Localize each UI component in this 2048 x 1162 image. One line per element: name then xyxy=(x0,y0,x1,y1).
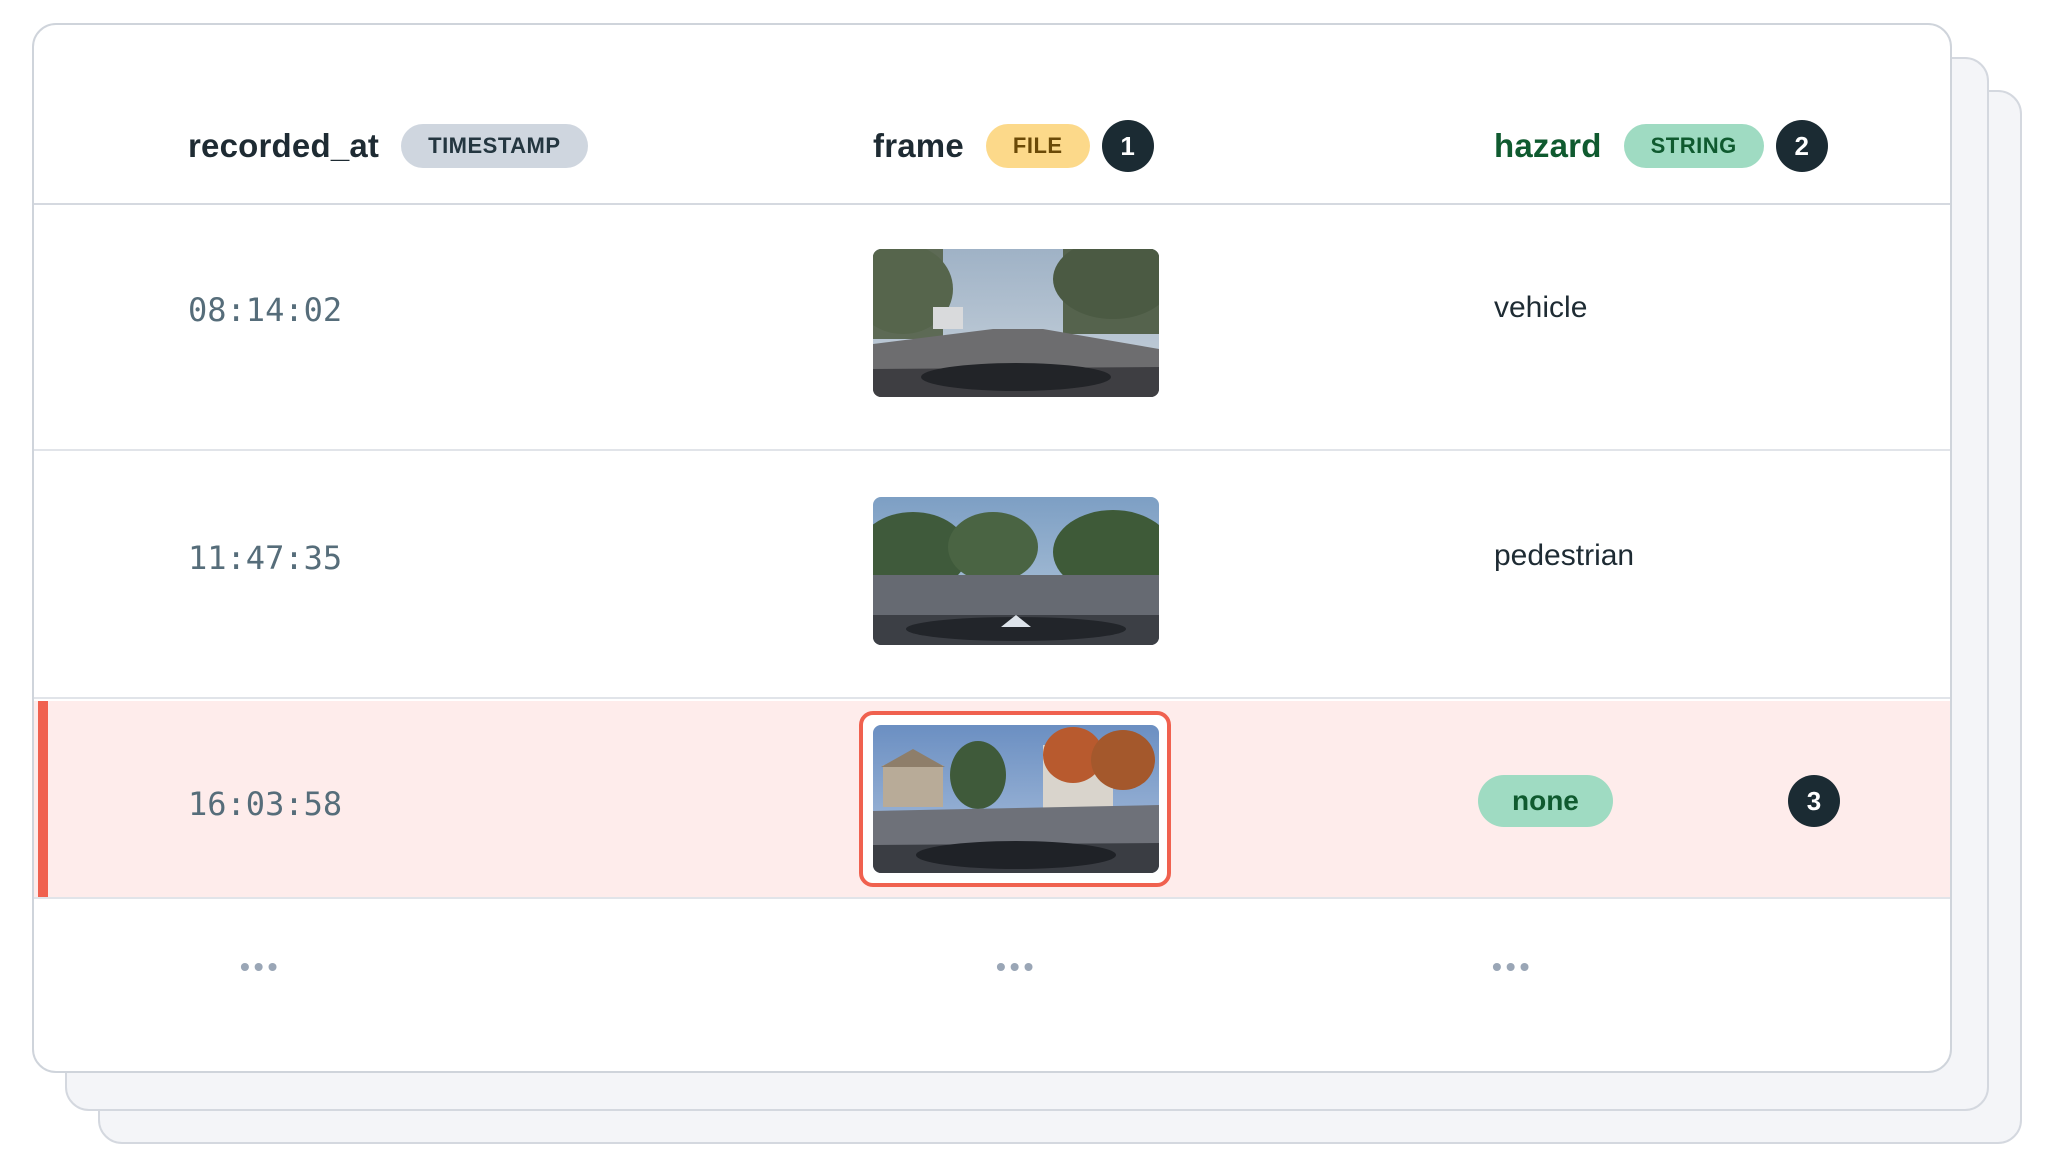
timestamp-cell: 16:03:58 xyxy=(188,785,343,823)
column-title: hazard xyxy=(1494,127,1602,164)
table-row[interactable]: 11:47:35 pedestrian xyxy=(34,453,1950,699)
type-badge-timestamp: TIMESTAMP xyxy=(401,124,588,168)
column-title: recorded_at xyxy=(188,127,380,164)
column-title: frame xyxy=(873,127,964,164)
more-rows-indicator: ••• xyxy=(1492,951,1534,982)
timestamp-cell: 08:14:02 xyxy=(188,291,343,329)
table-row-highlighted[interactable]: 16:03:58 none 3 xyxy=(34,701,1950,899)
more-rows-indicator: ••• xyxy=(240,951,282,982)
step-marker: 2 xyxy=(1775,120,1828,172)
column-header-recorded-at[interactable]: recorded_at TIMESTAMP xyxy=(188,121,588,171)
frame-thumbnail[interactable] xyxy=(873,497,1159,645)
table-row[interactable]: 08:14:02 vehicle xyxy=(34,205,1950,451)
table-header: recorded_at TIMESTAMP frame FILE 1 hazar… xyxy=(34,25,1950,205)
column-header-hazard[interactable]: hazard STRING 2 xyxy=(1494,120,1828,172)
frame-thumbnail[interactable] xyxy=(873,725,1159,873)
more-rows-indicator: ••• xyxy=(996,951,1038,982)
step-marker: 3 xyxy=(1788,775,1840,827)
table-card: recorded_at TIMESTAMP frame FILE 1 hazar… xyxy=(32,23,1952,1073)
column-header-frame[interactable]: frame FILE 1 xyxy=(873,120,1154,172)
row-highlight-accent xyxy=(38,701,48,897)
hazard-none-pill: none xyxy=(1478,775,1613,827)
type-badge-string: STRING xyxy=(1623,124,1764,168)
frame-thumbnail[interactable] xyxy=(873,249,1159,397)
step-marker: 1 xyxy=(1101,120,1154,172)
timestamp-cell: 11:47:35 xyxy=(188,539,343,577)
hazard-cell: vehicle xyxy=(1494,291,1588,324)
type-badge-file: FILE xyxy=(985,124,1090,168)
hazard-cell: pedestrian xyxy=(1494,539,1635,572)
